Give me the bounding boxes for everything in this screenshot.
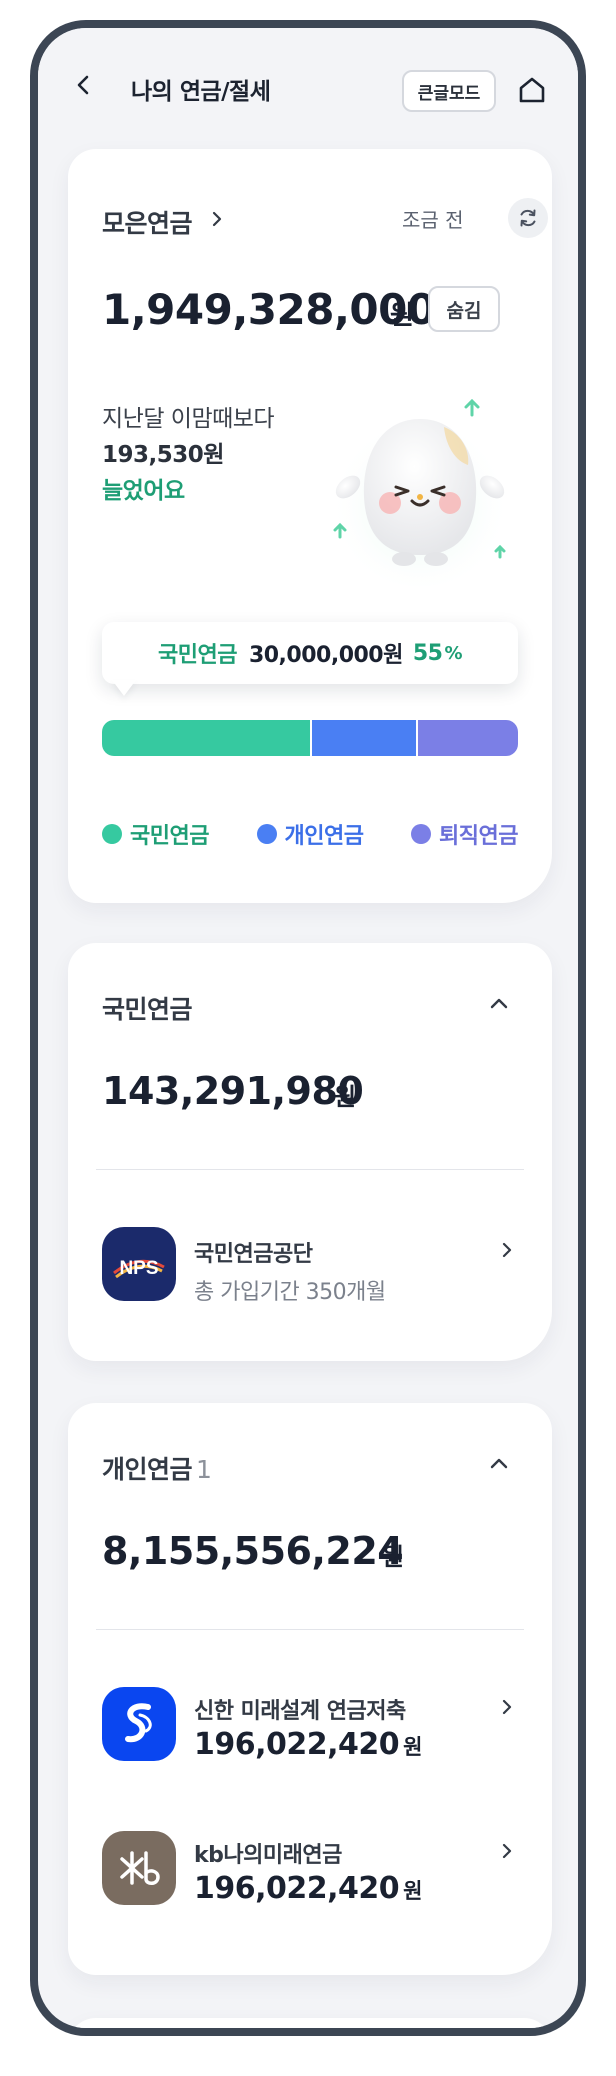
kb-logo-icon: [120, 1851, 160, 1885]
chevron-right-icon[interactable]: [208, 210, 226, 228]
compare-result: 늘었어요: [102, 478, 185, 504]
shinhan-logo: [102, 1687, 176, 1761]
distribution-segment[interactable]: [416, 720, 518, 756]
legend-label: 개인연금: [284, 824, 364, 849]
legend-item: 개인연금: [256, 818, 364, 850]
chevron-right-icon[interactable]: [498, 1842, 516, 1860]
updated-time: 조금 전: [402, 208, 464, 232]
account-amount-kb: 196,022,420 원: [194, 1871, 422, 1906]
national-amount: 143,291,980: [102, 1069, 364, 1113]
nps-logo-text: NPS: [119, 1258, 158, 1279]
personal-pension-card: 개인연금 1 8,155,556,224 원 신한 미래설계 연금저축 196,0…: [68, 1403, 552, 1975]
divider: [96, 1169, 524, 1170]
share-tooltip: 국민연금 30,000,000원 55 %: [102, 622, 518, 684]
nps-logo-icon: NPS: [113, 1258, 165, 1279]
institution-period: 총 가입기간 350개월: [194, 1280, 386, 1305]
compare-text: 지난달 이맘때보다: [102, 406, 275, 432]
account-currency: 원: [403, 1879, 422, 1903]
back-button[interactable]: [72, 73, 96, 97]
legend-label: 국민연금: [130, 824, 209, 849]
distribution-legend: 국민연금 개인연금 퇴직연금: [102, 818, 518, 850]
distribution-segment[interactable]: [310, 720, 417, 756]
hide-button[interactable]: 숨김: [428, 286, 500, 332]
legend-label: 퇴직연금: [439, 824, 518, 849]
chevron-up-icon[interactable]: [488, 993, 510, 1015]
legend-item: 퇴직연금: [411, 818, 518, 850]
account-currency: 원: [403, 1735, 422, 1759]
tooltip-amount: 30,000,000원: [248, 643, 403, 668]
account-name-kb[interactable]: kb나의미래연금: [194, 1837, 342, 1869]
shinhan-logo-icon: [125, 1703, 152, 1743]
chevron-right-icon[interactable]: [498, 1241, 516, 1259]
total-amount: 1,949,328,000: [102, 285, 436, 334]
distribution-segment[interactable]: [102, 720, 310, 756]
national-pension-card: 국민연금 143,291,980 원 NPS 국민연금공단 총 가입기간 350…: [68, 943, 552, 1361]
chevron-up-icon[interactable]: [488, 1453, 510, 1475]
refresh-icon: [520, 209, 536, 227]
tooltip-percent-sign: %: [444, 642, 463, 664]
refresh-button[interactable]: [508, 198, 548, 238]
national-title: 국민연금: [102, 995, 193, 1024]
home-button[interactable]: [516, 74, 548, 106]
institution-name[interactable]: 국민연금공단: [194, 1236, 313, 1268]
tooltip-label: 국민연금: [157, 643, 237, 668]
personal-title: 개인연금: [102, 1455, 193, 1484]
national-currency: 원: [334, 1083, 357, 1111]
phone-frame: 나의 연금/절세 큰글모드 모은연금 조금 전 1,949,328,000 원 …: [30, 20, 586, 2036]
account-amount-shinhan: 196,022,420 원: [194, 1727, 422, 1762]
account-amount-value: 196,022,420: [194, 1871, 400, 1906]
distribution-bar[interactable]: [102, 720, 518, 756]
big-mode-button[interactable]: 큰글모드: [402, 70, 496, 112]
chevron-left-icon: [77, 75, 89, 95]
page-title: 나의 연금/절세: [131, 79, 271, 105]
top-bar: 나의 연금/절세 큰글모드: [38, 28, 578, 128]
total-title: 모은연금: [102, 209, 193, 238]
account-name-shinhan[interactable]: 신한 미래설계 연금저축: [194, 1693, 406, 1725]
nps-logo: NPS: [102, 1227, 176, 1301]
total-pension-card: 모은연금 조금 전 1,949,328,000 원 숨김 지난달 이맘때보다 1…: [68, 149, 552, 903]
compare-amount: 193,530원: [102, 442, 224, 468]
legend-dot: [102, 824, 122, 844]
mascot-illustration: [330, 398, 510, 587]
legend-dot: [411, 824, 432, 844]
next-card-peek: [68, 2018, 552, 2028]
legend-item: 국민연금: [102, 818, 209, 850]
tooltip-tail: [112, 680, 136, 696]
legend-dot: [256, 824, 277, 844]
personal-title-row: 개인연금 1: [102, 1450, 212, 1486]
chevron-right-icon[interactable]: [498, 1698, 516, 1716]
home-icon: [519, 77, 545, 103]
kb-logo: [102, 1831, 176, 1905]
screen: 나의 연금/절세 큰글모드 모은연금 조금 전 1,949,328,000 원 …: [38, 28, 578, 2028]
account-amount-value: 196,022,420: [194, 1727, 400, 1762]
personal-count: 1: [196, 1455, 212, 1484]
tooltip-percent: 55: [412, 640, 443, 666]
total-title-link[interactable]: 모은연금: [102, 204, 193, 240]
total-currency: 원: [390, 301, 414, 331]
divider: [96, 1629, 524, 1630]
personal-currency: 원: [382, 1543, 405, 1571]
personal-amount: 8,155,556,224: [102, 1529, 404, 1573]
